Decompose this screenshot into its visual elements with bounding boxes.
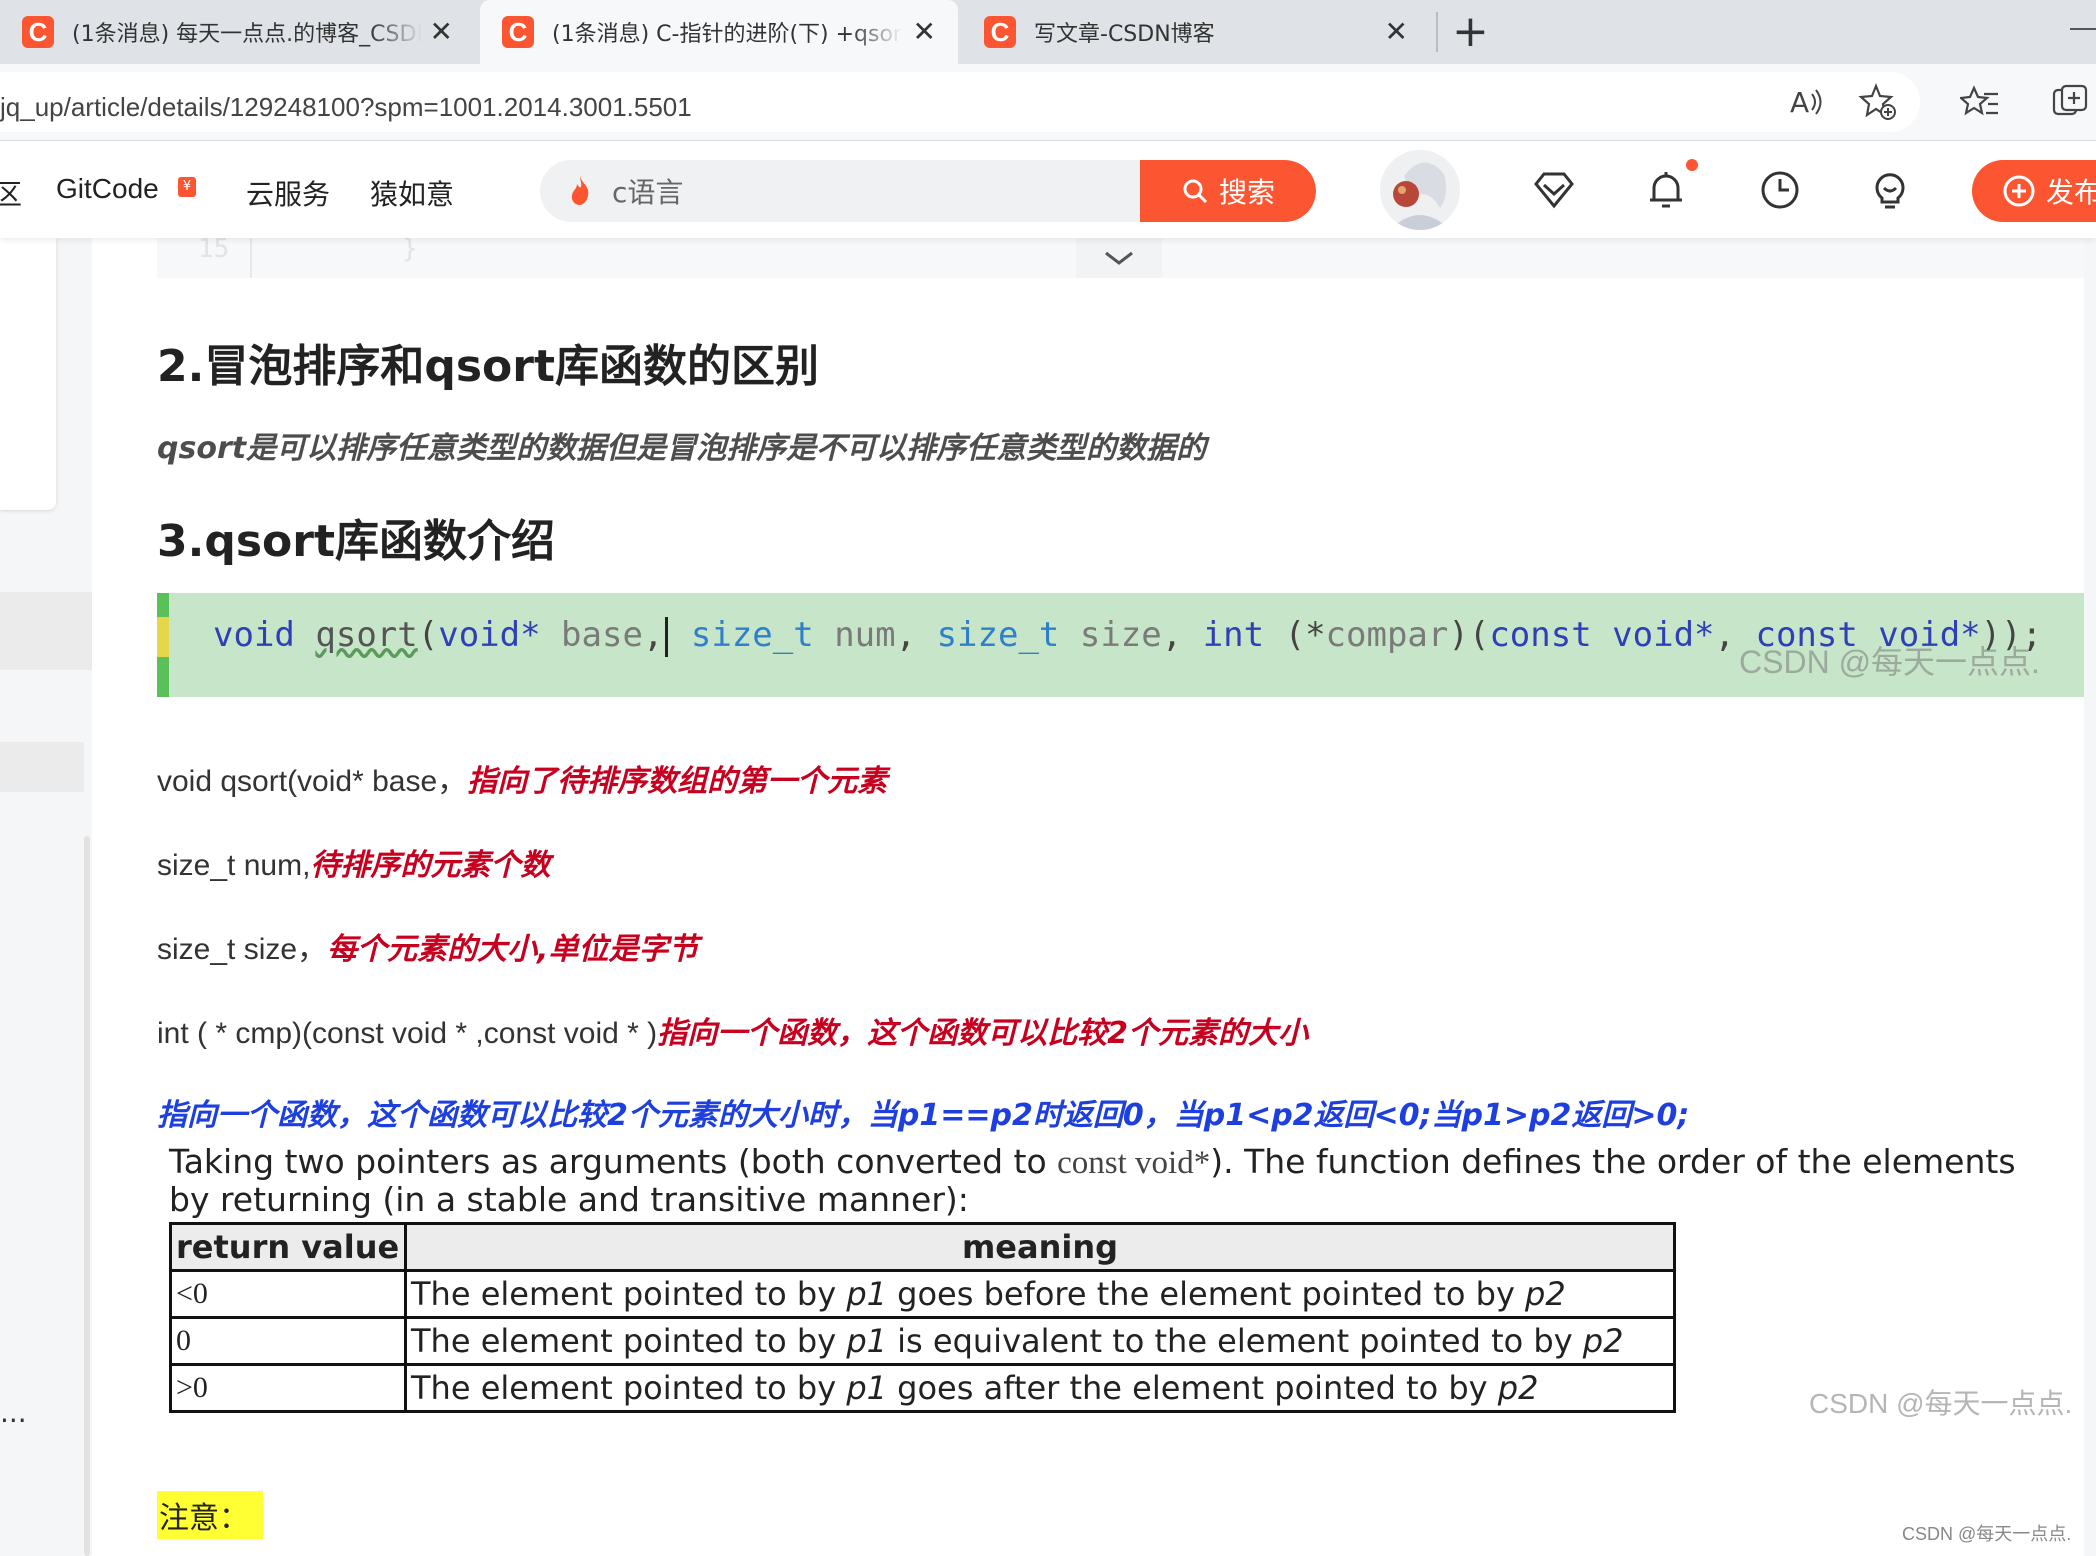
reference-screenshot: Taking two pointers as arguments (both c… (157, 1140, 2084, 1430)
table-row: <0 The element pointed to by p1 goes bef… (169, 1269, 1676, 1319)
ref-description-line2: by returning (in a stable and transitive… (169, 1180, 969, 1219)
csdn-favicon-icon: C (984, 16, 1016, 48)
footer-watermark: CSDN @每天一点点. (1902, 1524, 2072, 1544)
user-avatar[interactable] (1380, 150, 1460, 230)
sidebar-ellipsis: ... (0, 1396, 27, 1429)
compar-return-note: 指向一个函数，这个函数可以比较2个元素的大小时，当p1==p2时返回0，当p1<… (157, 1098, 1690, 1133)
sidebar-section (0, 742, 84, 792)
image-watermark: CSDN @每天一点点. (1809, 1388, 2073, 1419)
vip-diamond-icon[interactable] (1532, 168, 1576, 212)
svg-text:A: A (1790, 86, 1809, 119)
table-cell-value: <0 (169, 1269, 407, 1319)
right-gutter (2084, 238, 2096, 1556)
param-compar: int ( * cmp)(const void * ,const void * … (157, 1016, 1309, 1051)
table-cell-value: >0 (169, 1363, 407, 1413)
address-bar: jq_up/article/details/129248100?spm=1001… (0, 64, 2096, 141)
tab-title: 写文章-CSDN博客 (1034, 22, 1215, 47)
tab-close-icon[interactable]: ✕ (430, 15, 453, 48)
hot-flame-icon (571, 176, 589, 205)
prototype-screenshot: void qsort(void* base, size_t num, size_… (157, 593, 2084, 697)
code-brace: } (402, 234, 418, 264)
section-heading-intro: 3.qsort库函数介绍 (157, 516, 555, 567)
search-button-label: 搜索 (1218, 176, 1275, 209)
search-box: 搜索 (540, 160, 1316, 222)
search-input[interactable] (610, 173, 1214, 208)
table-header-row: return value meaning (169, 1222, 1676, 1272)
sidebar-scrollbar[interactable] (84, 836, 90, 1556)
nav-link-community[interactable]: 区 (0, 173, 22, 213)
code-expand-button[interactable] (1076, 238, 1162, 278)
param-num: size_t num,待排序的元素个数 (157, 848, 551, 883)
minimize-icon[interactable] (2070, 28, 2096, 30)
url-field[interactable]: jq_up/article/details/129248100?spm=1001… (0, 72, 1920, 132)
chevron-down-icon (1105, 251, 1133, 265)
image-watermark: CSDN @每天一点点. (1739, 644, 2040, 680)
ref-description-line1: Taking two pointers as arguments (both c… (169, 1142, 2016, 1181)
compare-text: qsort是可以排序任意类型的数据但是冒泡排序是不可以排序任意类型的数据的 (157, 431, 1207, 466)
section-heading-compare: 2.冒泡排序和qsort库函数的区别 (157, 341, 819, 392)
table-cell-meaning: The element pointed to by p1 is equivale… (404, 1316, 1676, 1366)
tab-separator (1436, 12, 1438, 52)
code-gutter-line (250, 238, 252, 278)
code-line-number: 15 (198, 234, 230, 264)
current-line-marker (157, 617, 169, 657)
new-badge: ¥ (178, 177, 196, 197)
text-caret (665, 616, 669, 657)
browser-tab-article[interactable]: C (1条消息) C-指针的进阶(下) +qsort ✕ (480, 0, 958, 64)
idea-bulb-icon[interactable] (1868, 168, 1912, 212)
nav-link-gitcode[interactable]: GitCode (56, 173, 159, 205)
nav-link-yuanruyi[interactable]: 猿如意 (370, 173, 454, 213)
new-tab-button[interactable]: + (1452, 6, 1489, 57)
read-aloud-icon[interactable]: A (1786, 82, 1826, 122)
table-header: meaning (404, 1222, 1676, 1272)
table-cell-value: 0 (169, 1316, 407, 1366)
publish-label: 发布 (2046, 176, 2096, 209)
notification-dot (1686, 159, 1698, 171)
sidebar-section (0, 592, 92, 670)
table-row: 0 The element pointed to by p1 is equiva… (169, 1316, 1676, 1366)
plus-circle-icon (2003, 175, 2035, 207)
tab-close-icon[interactable]: ✕ (913, 15, 936, 48)
browser-tab-blog[interactable]: C (1条消息) 每天一点点.的博客_CSDN ✕ (0, 0, 475, 64)
csdn-favicon-icon: C (22, 16, 54, 48)
search-button[interactable]: 搜索 (1140, 160, 1316, 222)
table-header: return value (169, 1222, 407, 1272)
history-clock-icon[interactable] (1758, 168, 1802, 212)
note-label: 注意： (157, 1491, 263, 1539)
param-size: size_t size，每个元素的大小,单位是字节 (157, 932, 699, 967)
collections-icon[interactable] (2050, 82, 2090, 122)
csdn-favicon-icon: C (502, 16, 534, 48)
tab-title: (1条消息) 每天一点点.的博客_CSDN (72, 22, 422, 47)
return-value-table: return value meaning <0 The element poin… (169, 1222, 1676, 1413)
author-card (0, 238, 56, 510)
browser-tab-strip: C (1条消息) 每天一点点.的博客_CSDN ✕ C (1条消息) C-指针的… (0, 0, 2096, 64)
param-base: void qsort(void* base，指向了待排序数组的第一个元素 (157, 764, 888, 799)
table-cell-meaning: The element pointed to by p1 goes before… (404, 1269, 1676, 1319)
nav-link-cloud[interactable]: 云服务 (246, 173, 330, 213)
publish-button[interactable]: 发布 (1972, 160, 2096, 222)
add-favorite-icon[interactable] (1858, 82, 1898, 122)
avatar-image-icon (1380, 150, 1460, 230)
browser-tab-write[interactable]: C 写文章-CSDN博客 ✕ (962, 0, 1430, 64)
table-cell-meaning: The element pointed to by p1 goes after … (404, 1363, 1676, 1413)
favorites-icon[interactable] (1960, 82, 2000, 122)
notification-bell-icon[interactable] (1644, 168, 1688, 212)
tab-title: (1条消息) C-指针的进阶(下) +qsort (552, 22, 902, 47)
table-row: >0 The element pointed to by p1 goes aft… (169, 1363, 1676, 1413)
site-top-nav: 区 GitCode ¥ 云服务 猿如意 搜索 (0, 141, 2096, 238)
tab-close-icon[interactable]: ✕ (1385, 15, 1408, 48)
url-text: jq_up/article/details/129248100?spm=1001… (0, 92, 692, 122)
search-icon (1183, 179, 1208, 204)
